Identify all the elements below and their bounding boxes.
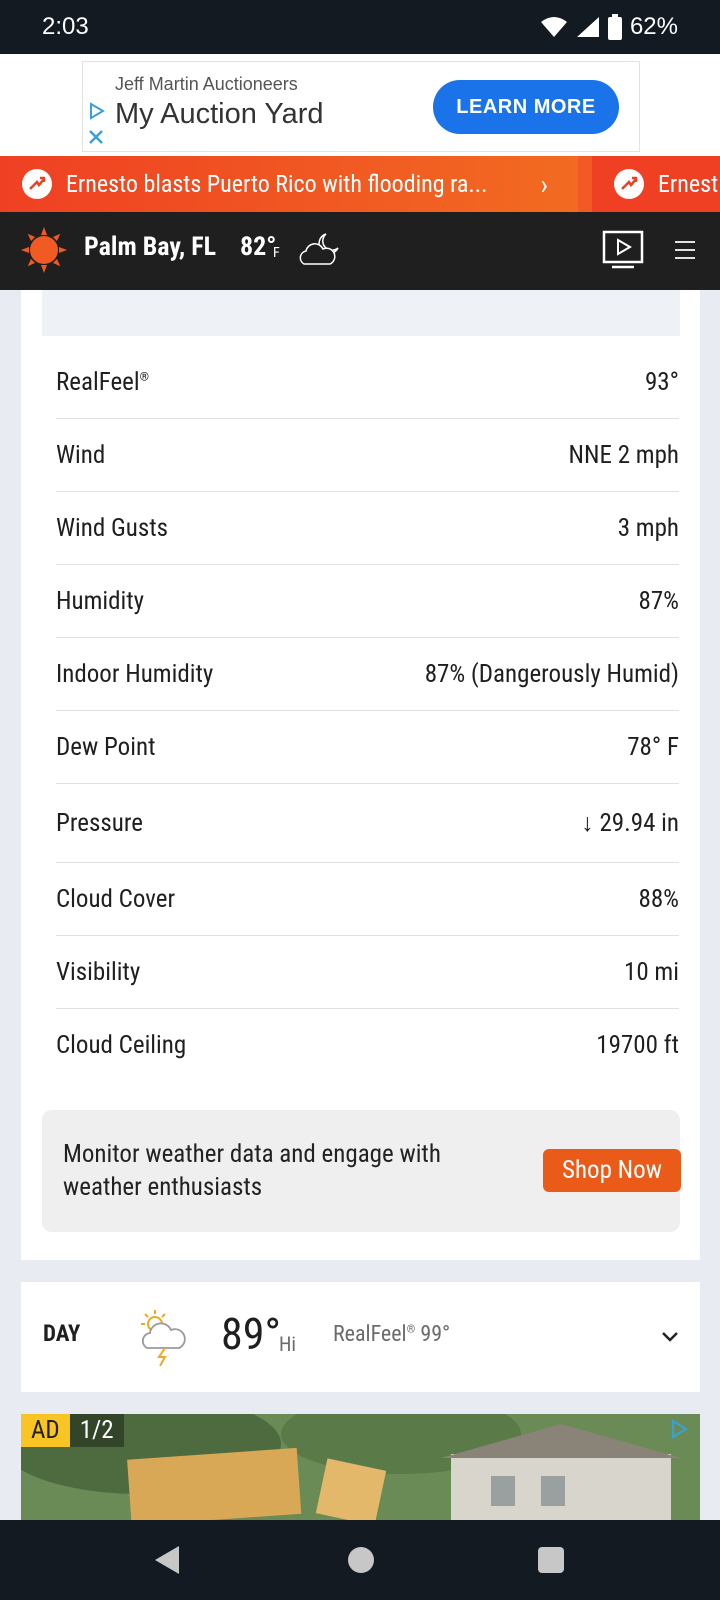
location-name[interactable]: Palm Bay, FL — [84, 232, 216, 262]
details-card: RealFeel® 93° Wind NNE 2 mph Wind Gusts … — [21, 290, 700, 1260]
detail-row-pressure: Pressure ↓ 29.94 in — [56, 784, 679, 863]
trending-icon — [614, 169, 644, 199]
system-nav-bar — [0, 1520, 720, 1600]
news-headline: Ernest — [658, 170, 719, 198]
status-icons: 62% — [540, 13, 678, 41]
chevron-down-icon[interactable] — [659, 1326, 681, 1348]
home-icon[interactable] — [348, 1547, 374, 1573]
ad-close-icon[interactable] — [85, 126, 107, 148]
detail-row-indoor-humidity: Indoor Humidity 87% (Dangerously Humid) — [56, 638, 679, 711]
ad-title: My Auction Yard — [115, 98, 324, 130]
detail-value: 93° — [644, 367, 679, 397]
ad-label: AD — [21, 1414, 70, 1447]
card-top-band — [42, 290, 680, 336]
detail-label: Cloud Ceiling — [56, 1031, 187, 1060]
detail-value: 78° F — [627, 732, 679, 762]
detail-value: ↓ 29.94 in — [581, 808, 679, 838]
menu-icon[interactable] — [672, 238, 698, 262]
shop-now-button[interactable]: Shop Now — [543, 1149, 681, 1192]
ad-sponsor: Jeff Martin Auctioneers — [115, 74, 298, 94]
day-forecast-card[interactable]: DAY 89° Hi RealFeel® 99° — [21, 1282, 700, 1392]
learn-more-button[interactable]: LEARN MORE — [433, 80, 619, 134]
ad-count: 1/2 — [69, 1414, 124, 1447]
detail-label: Wind — [56, 440, 106, 470]
detail-label: Humidity — [56, 586, 145, 616]
detail-value: 19700 ft — [596, 1031, 679, 1060]
detail-row-cloud-ceiling: Cloud Ceiling 19700 ft — [56, 1009, 679, 1082]
ad-badge: AD 1/2 — [21, 1414, 124, 1447]
detail-row-cloud-cover: Cloud Cover 88% — [56, 863, 679, 936]
detail-value: 87% — [638, 586, 679, 616]
moon-cloud-icon — [299, 233, 339, 265]
ad-info-icon[interactable] — [85, 100, 107, 122]
ad-box[interactable]: Jeff Martin Auctioneers My Auction Yard … — [82, 61, 640, 152]
detail-value: 3 mph — [617, 513, 679, 543]
signal-icon — [576, 17, 599, 37]
detail-value: NNE 2 mph — [568, 440, 679, 470]
detail-value: 88% — [638, 884, 679, 914]
detail-label: Wind Gusts — [56, 513, 169, 543]
detail-value: 87% (Dangerously Humid) — [424, 659, 679, 689]
chevron-right-icon: › — [540, 168, 548, 201]
day-temp: 89° — [221, 1308, 281, 1360]
news-ticker: Ernesto blasts Puerto Rico with flooding… — [0, 156, 720, 212]
storm-icon — [141, 1310, 186, 1366]
detail-row-wind: Wind NNE 2 mph — [56, 419, 679, 492]
app-header: Palm Bay, FL 82° F — [0, 212, 720, 290]
detail-label: Pressure — [56, 808, 143, 838]
detail-row-wind-gusts: Wind Gusts 3 mph — [56, 492, 679, 565]
day-hi-label: Hi — [279, 1332, 296, 1356]
detail-label: Cloud Cover — [56, 884, 176, 914]
promo-box: Monitor weather data and engage with wea… — [42, 1110, 681, 1232]
detail-label: Visibility — [56, 957, 141, 987]
detail-label: Dew Point — [56, 732, 156, 762]
ad-choices-icon[interactable] — [668, 1418, 690, 1440]
detail-row-humidity: Humidity 87% — [56, 565, 679, 638]
status-time: 2:03 — [42, 13, 89, 40]
day-label: DAY — [43, 1320, 81, 1347]
current-temp: 82° — [240, 232, 277, 262]
recent-apps-icon[interactable] — [538, 1547, 564, 1573]
video-icon[interactable] — [602, 230, 644, 270]
trending-icon — [22, 169, 52, 199]
status-bar: 2:03 62% — [0, 0, 720, 54]
detail-row-dew-point: Dew Point 78° F — [56, 711, 679, 784]
detail-label: Indoor Humidity — [56, 659, 214, 689]
detail-label: RealFeel® — [56, 367, 150, 397]
wifi-icon — [540, 17, 567, 37]
battery-percent: 62% — [629, 13, 678, 40]
detail-row-realfeel: RealFeel® 93° — [56, 346, 679, 419]
back-icon[interactable] — [153, 1544, 183, 1576]
sun-logo-icon[interactable] — [20, 226, 68, 274]
detail-value: 10 mi — [624, 957, 679, 987]
day-realfeel: RealFeel® 99° — [333, 1322, 451, 1347]
news-item[interactable]: Ernesto blasts Puerto Rico with flooding… — [0, 156, 578, 212]
news-headline: Ernesto blasts Puerto Rico with flooding… — [66, 170, 488, 198]
promo-text: Monitor weather data and engage with wea… — [63, 1140, 441, 1202]
detail-row-visibility: Visibility 10 mi — [56, 936, 679, 1009]
temp-unit: F — [273, 245, 280, 261]
video-ad[interactable]: AD 1/2 — [21, 1414, 700, 1520]
ad-banner: Jeff Martin Auctioneers My Auction Yard … — [0, 54, 720, 156]
battery-icon — [607, 14, 622, 40]
news-item[interactable]: Ernest — [592, 156, 720, 212]
